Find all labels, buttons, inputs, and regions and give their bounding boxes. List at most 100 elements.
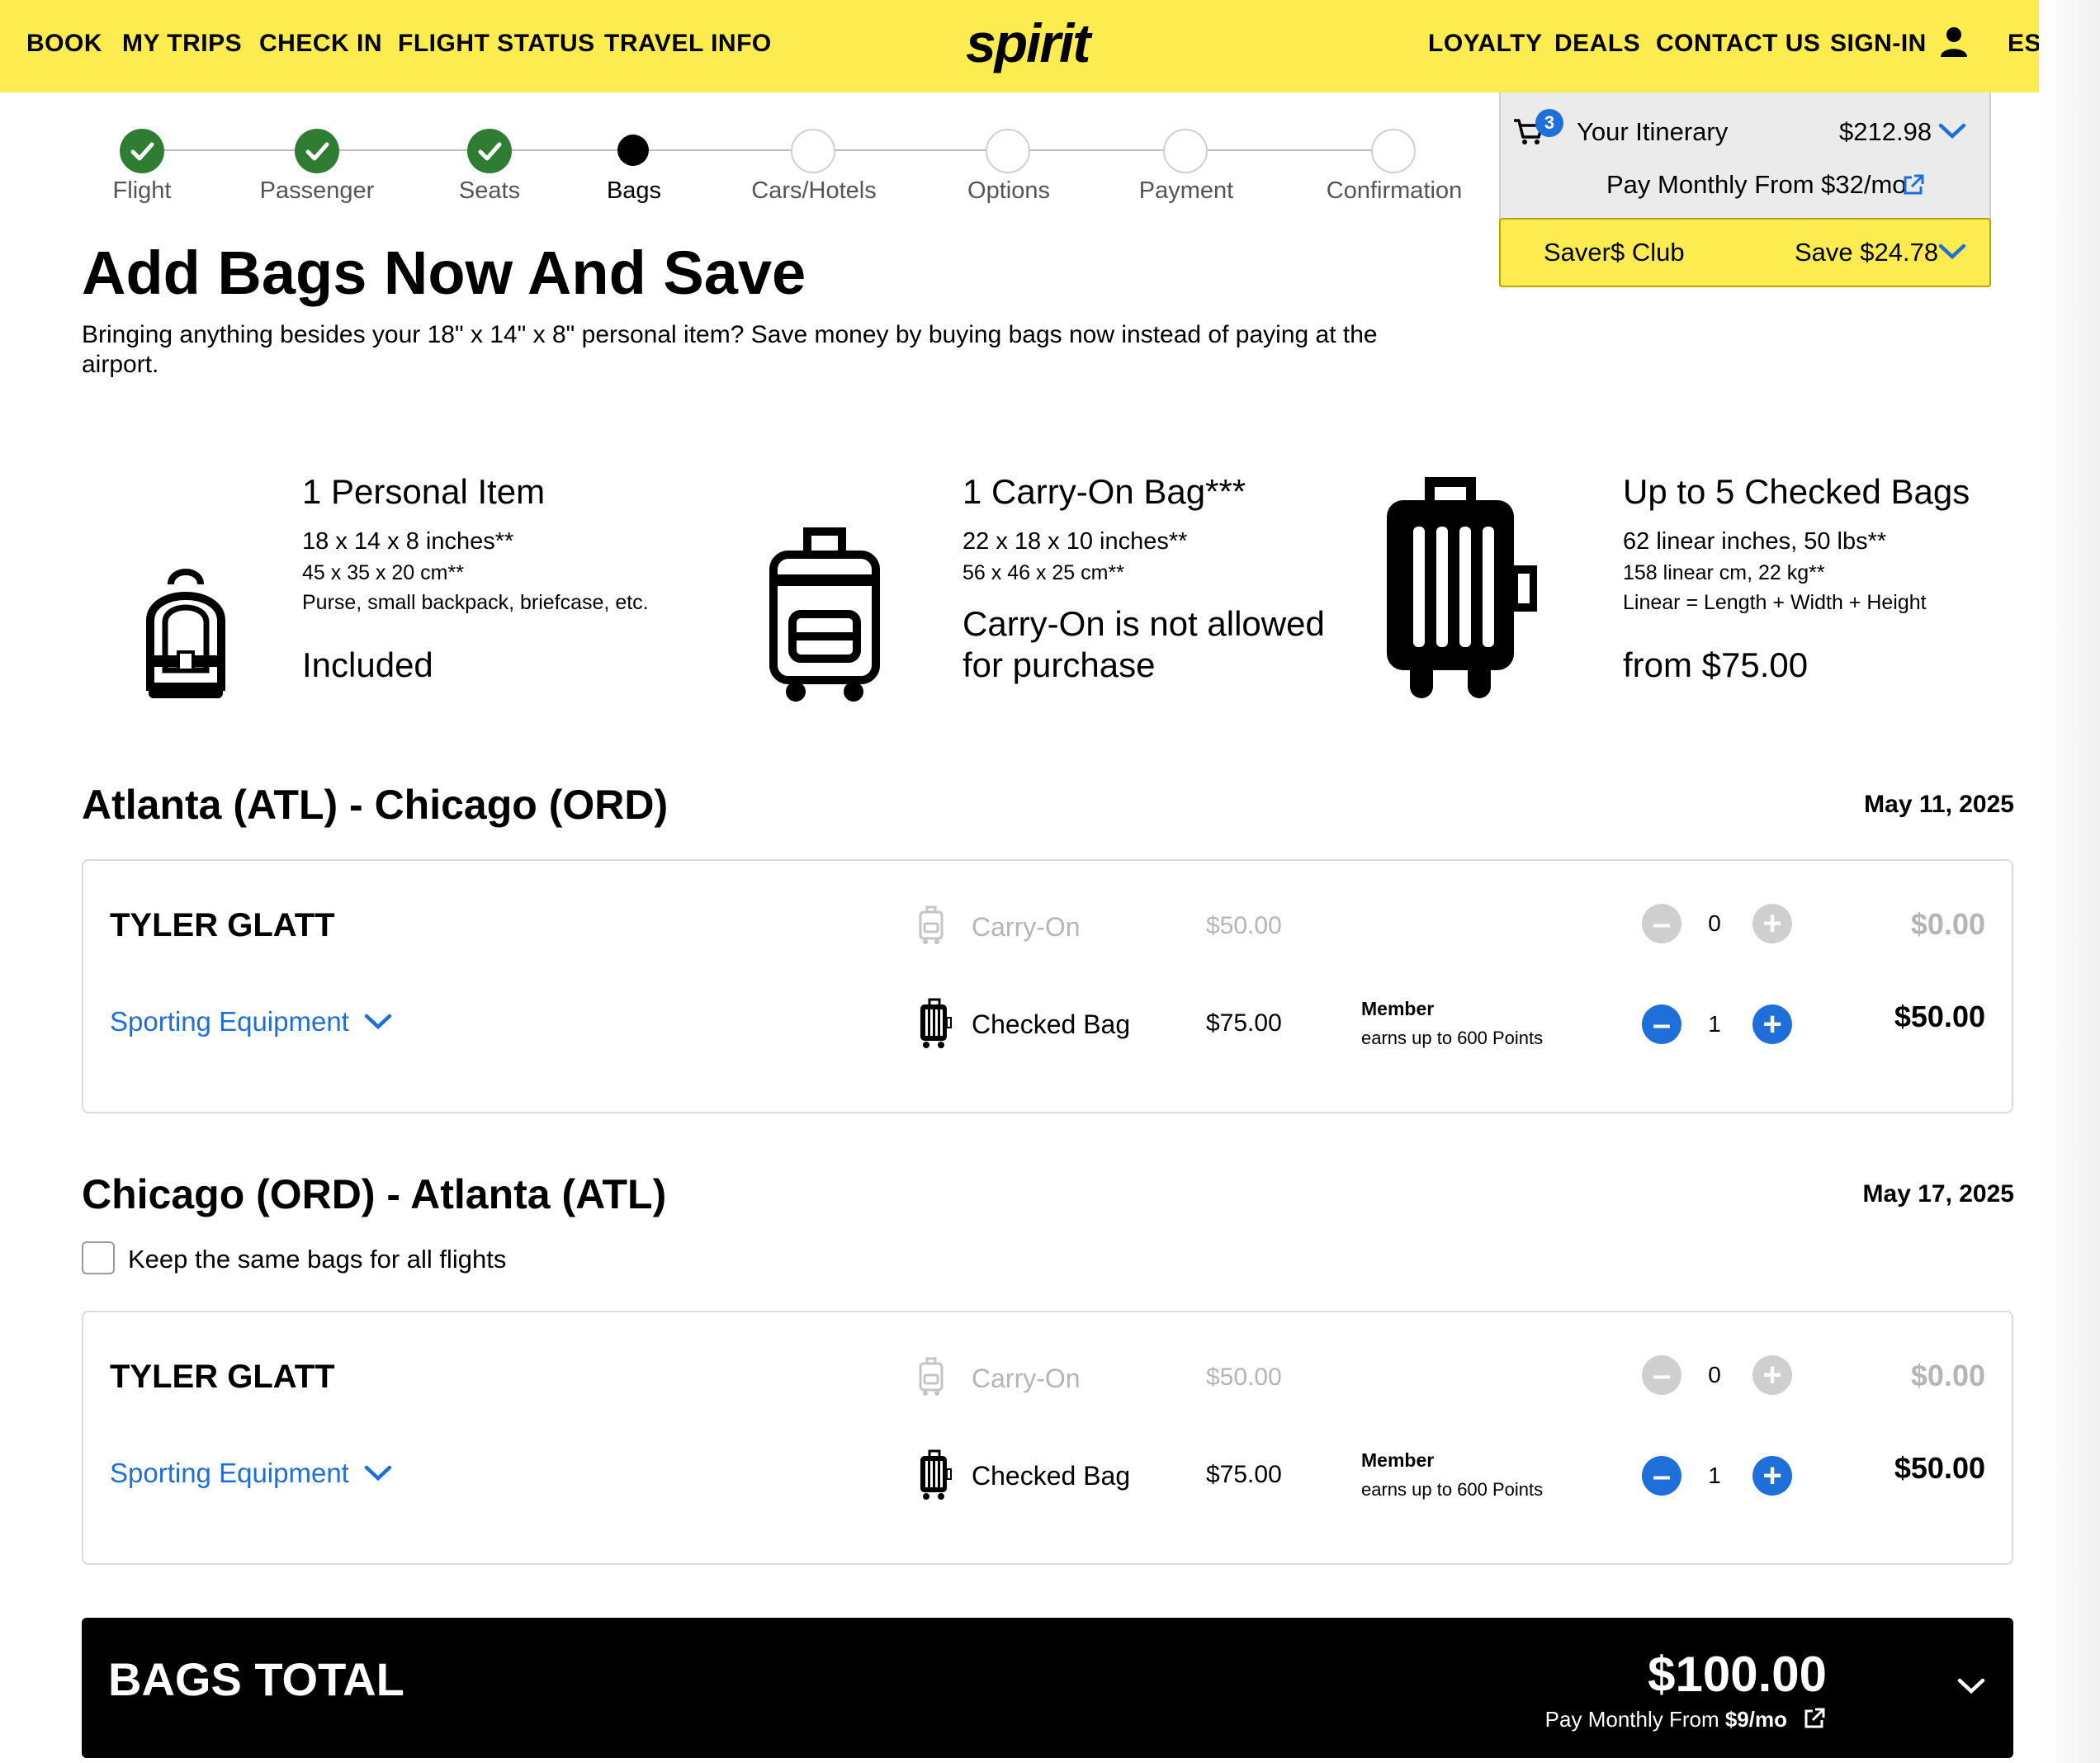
checked-bag-decrement-button[interactable]: – <box>1642 1004 1681 1044</box>
carry-on-increment-button[interactable]: + <box>1752 1355 1792 1395</box>
sporting-chevron-down-icon[interactable] <box>364 1013 392 1031</box>
passenger-name: TYLER GLATT <box>110 1359 335 1395</box>
user-icon[interactable] <box>1940 26 1968 58</box>
pay-monthly-amount: $9/mo <box>1724 1707 1787 1732</box>
member-label: Member <box>1361 998 1435 1019</box>
carry-on-decrement-button[interactable]: – <box>1642 904 1681 943</box>
passenger-bags-card: TYLER GLATT Sporting Equipment Carry-On … <box>82 1311 2013 1565</box>
carry-on-dim-in: 22 x 18 x 10 inches** <box>962 528 1188 555</box>
flight-1-route: Atlanta (ATL) - Chicago (ORD) <box>82 782 669 828</box>
keep-same-bags-label[interactable]: Keep the same bags for all flights <box>128 1245 506 1274</box>
itinerary-pay-monthly[interactable]: Pay Monthly From $32/mo <box>1606 170 1907 200</box>
checked-bag-decrement-button[interactable]: – <box>1642 1456 1681 1496</box>
carry-on-qty: 0 <box>1708 910 1721 936</box>
carry-on-icon <box>769 527 880 702</box>
step-payment-dot <box>1163 129 1208 173</box>
carry-on-label: Carry-On <box>972 1364 1081 1393</box>
nav-deals[interactable]: DEALS <box>1554 30 1640 58</box>
flight-2-date: May 17, 2025 <box>1862 1180 2014 1208</box>
savers-club-save: Save $24.78 <box>1795 238 1939 267</box>
personal-item-dim-cm: 45 x 35 x 20 cm** <box>302 561 464 584</box>
carry-on-title: 1 Carry-On Bag*** <box>962 472 1246 511</box>
sporting-equipment-link[interactable]: Sporting Equipment <box>110 1006 349 1037</box>
passenger-name: TYLER GLATT <box>110 907 335 943</box>
nav-travel-info[interactable]: TRAVEL INFO <box>604 30 772 58</box>
carry-on-label: Carry-On <box>972 912 1081 942</box>
top-nav: BOOK MY TRIPS CHECK IN FLIGHT STATUS TRA… <box>0 0 2100 92</box>
carry-on-increment-button[interactable]: + <box>1752 904 1792 943</box>
carry-on-decrement-button[interactable]: – <box>1642 1355 1681 1395</box>
itinerary-label[interactable]: Your Itinerary <box>1577 117 1728 147</box>
itinerary-chevron-down-icon[interactable] <box>1938 122 1966 140</box>
backpack-icon <box>146 569 225 698</box>
itinerary-amount: $212.98 <box>1839 117 1932 146</box>
step-label-cars-hotels: Cars/Hotels <box>751 177 877 204</box>
nav-book[interactable]: BOOK <box>26 30 102 58</box>
step-flight-check-icon[interactable] <box>120 129 164 173</box>
spirit-logo[interactable]: spirit <box>966 12 1090 74</box>
carry-on-small-icon <box>919 1357 944 1396</box>
carry-on-qty: 0 <box>1708 1362 1721 1387</box>
bags-total-pay-monthly[interactable]: Pay Monthly From $9/mo <box>1545 1707 1787 1732</box>
checked-bag-qty: 1 <box>1708 1011 1721 1037</box>
step-label-payment: Payment <box>1138 177 1234 204</box>
external-link-icon[interactable] <box>1902 173 1925 196</box>
checked-bag-price: $75.00 <box>1206 1009 1282 1037</box>
personal-item-note: Purse, small backpack, briefcase, etc. <box>302 591 649 614</box>
flight-1-date: May 11, 2025 <box>1864 791 2014 818</box>
carry-on-status-line1: Carry-On is not allowed <box>962 604 1325 643</box>
checked-bag-line-total: $50.00 <box>1894 1000 1985 1033</box>
checked-bag-small-icon <box>920 1449 952 1500</box>
step-passenger-check-icon[interactable] <box>295 129 339 173</box>
checked-bag-qty: 1 <box>1708 1463 1721 1488</box>
checked-bag-line-total: $50.00 <box>1894 1451 1985 1485</box>
step-label-seats[interactable]: Seats <box>459 177 520 205</box>
carry-on-small-icon <box>919 905 944 944</box>
checked-bag-icon <box>1387 477 1537 698</box>
page-edge-shadow <box>2039 0 2100 1763</box>
checked-bag-note: Linear = Length + Width + Height <box>1623 591 1927 614</box>
checked-bag-status: from $75.00 <box>1623 645 1809 684</box>
checked-bag-dim-cm: 158 linear cm, 22 kg** <box>1623 561 1825 584</box>
step-label-passenger[interactable]: Passenger <box>260 177 375 205</box>
checked-bag-increment-button[interactable]: + <box>1752 1456 1792 1496</box>
step-options-dot <box>986 129 1030 173</box>
passenger-bags-card: TYLER GLATT Sporting Equipment Carry-On … <box>82 859 2013 1113</box>
checked-bag-label: Checked Bag <box>972 1009 1131 1039</box>
step-label-bags: Bags <box>606 177 662 204</box>
savers-chevron-down-icon[interactable] <box>1938 243 1966 261</box>
nav-flight-status[interactable]: FLIGHT STATUS <box>398 30 595 58</box>
earn-points-text: earns up to 600 Points <box>1361 1479 1544 1500</box>
nav-contact-us[interactable]: CONTACT US <box>1656 30 1820 58</box>
pay-monthly-prefix: Pay Monthly From <box>1544 1707 1725 1732</box>
bags-total-label: BAGS TOTAL <box>108 1653 404 1705</box>
nav-sign-in[interactable]: SIGN-IN <box>1830 30 1927 58</box>
checked-bag-title: Up to 5 Checked Bags <box>1623 472 1970 511</box>
page-title: Add Bags Now And Save <box>82 239 806 307</box>
page-intro: Bringing anything besides your 18" x 14"… <box>82 321 1378 378</box>
checked-bag-dim-in: 62 linear inches, 50 lbs** <box>1623 528 1887 555</box>
step-label-flight[interactable]: Flight <box>113 177 172 205</box>
sporting-chevron-down-icon[interactable] <box>364 1464 392 1482</box>
step-cars-hotels-dot <box>791 129 835 173</box>
cart-count-badge: 3 <box>1535 109 1563 137</box>
carry-on-status-line2: for purchase <box>962 645 1156 684</box>
nav-loyalty[interactable]: LOYALTY <box>1428 30 1543 58</box>
bags-total-amount: $100.00 <box>1648 1647 1827 1702</box>
personal-item-title: 1 Personal Item <box>302 472 546 511</box>
sporting-equipment-link[interactable]: Sporting Equipment <box>110 1458 349 1489</box>
bags-total-chevron-down-icon[interactable] <box>1957 1677 1985 1695</box>
checked-bag-increment-button[interactable]: + <box>1752 1004 1792 1044</box>
nav-language[interactable]: ES <box>2008 30 2041 58</box>
bags-total-bar[interactable]: BAGS TOTAL $100.00 Pay Monthly From $9/m… <box>82 1618 2013 1758</box>
checked-bag-small-icon <box>920 998 952 1048</box>
carry-on-price: $50.00 <box>1206 912 1282 939</box>
carry-on-line-total: $0.00 <box>1910 907 1985 941</box>
keep-same-bags-checkbox[interactable] <box>82 1241 115 1274</box>
external-link-icon[interactable] <box>1803 1707 1826 1730</box>
savers-club-bar[interactable]: Saver$ Club Save $24.78 <box>1499 218 1991 287</box>
carry-on-dim-cm: 56 x 46 x 25 cm** <box>962 561 1124 584</box>
step-seats-check-icon[interactable] <box>467 129 512 173</box>
nav-my-trips[interactable]: MY TRIPS <box>122 30 242 58</box>
nav-check-in[interactable]: CHECK IN <box>259 30 382 58</box>
